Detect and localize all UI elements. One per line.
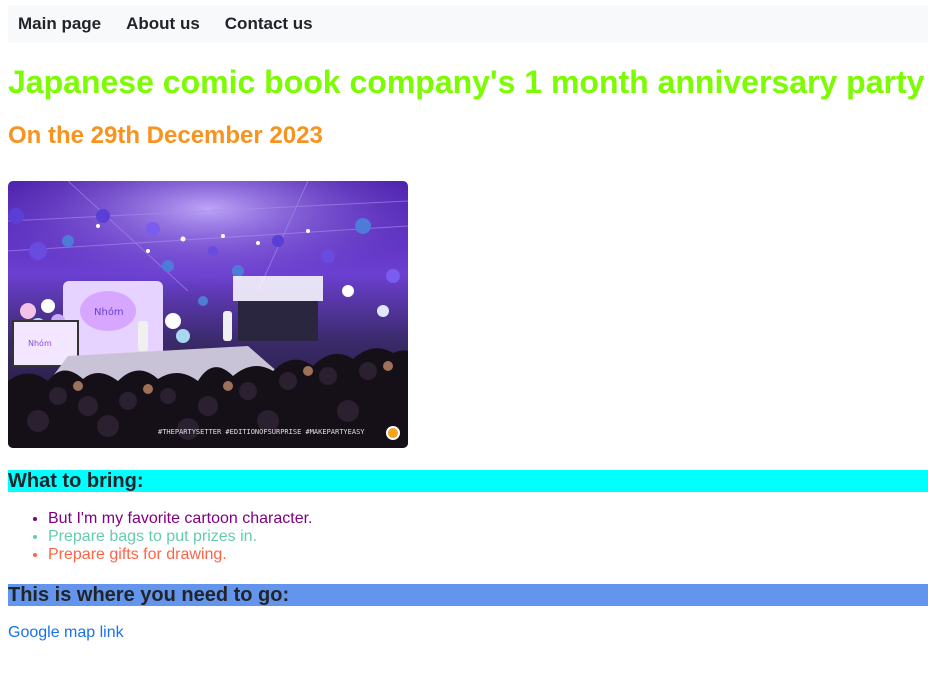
list-item: But I'm my favorite cartoon character. <box>48 510 313 528</box>
page: Main page About us Contact us Japanese c… <box>0 0 928 696</box>
bring-list: But I'm my favorite cartoon character. P… <box>8 510 313 564</box>
top-navbar: Main page About us Contact us <box>8 5 928 43</box>
nav-link-about-us[interactable]: About us <box>126 5 200 43</box>
list-item: Prepare bags to put prizes in. <box>48 528 313 546</box>
page-title: Japanese comic book company's 1 month an… <box>8 64 925 100</box>
party-photo: Nhóm Nhóm #THEPARTYSETTER #EDITIONOFSURP… <box>8 181 408 448</box>
svg-text:Nhóm: Nhóm <box>94 306 124 318</box>
nav-link-contact-us[interactable]: Contact us <box>225 5 313 43</box>
svg-text:Nhóm: Nhóm <box>28 338 52 348</box>
nav-link-main-page[interactable]: Main page <box>18 5 101 43</box>
google-map-link[interactable]: Google map link <box>8 623 124 643</box>
where-to-go-heading: This is where you need to go: <box>8 584 928 606</box>
event-date: On the 29th December 2023 <box>8 122 323 149</box>
list-item: Prepare gifts for drawing. <box>48 546 313 564</box>
photo-watermark: #THEPARTYSETTER #EDITIONOFSURPRISE #MAKE… <box>158 428 365 436</box>
what-to-bring-heading: What to bring: <box>8 470 928 492</box>
